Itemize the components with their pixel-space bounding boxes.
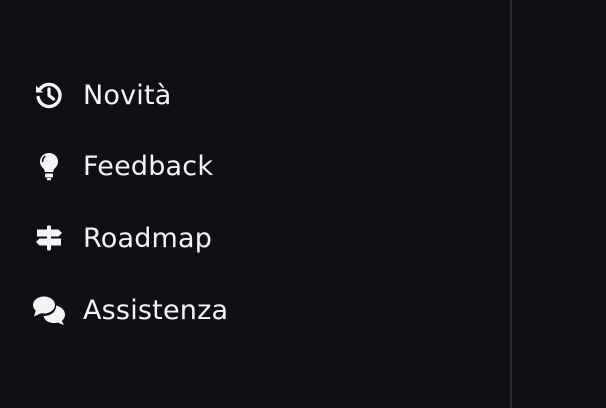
menu-item-novita[interactable]: Novità [32, 75, 172, 115]
chat-bubbles-icon [32, 293, 66, 327]
history-icon [32, 78, 66, 112]
menu-item-assistenza[interactable]: Assistenza [32, 290, 228, 330]
menu-item-label: Novità [83, 79, 172, 111]
signpost-icon [32, 221, 66, 255]
menu-item-feedback[interactable]: Feedback [32, 146, 213, 186]
lightbulb-icon [32, 149, 66, 183]
menu-item-label: Roadmap [83, 222, 213, 254]
menu-item-roadmap[interactable]: Roadmap [32, 218, 212, 258]
menu-item-label: Assistenza [83, 294, 229, 326]
menu-item-label: Feedback [83, 150, 214, 182]
right-pane [512, 0, 606, 408]
navigation-menu: Novità Feedback Roadmap Assistenza [0, 0, 510, 408]
